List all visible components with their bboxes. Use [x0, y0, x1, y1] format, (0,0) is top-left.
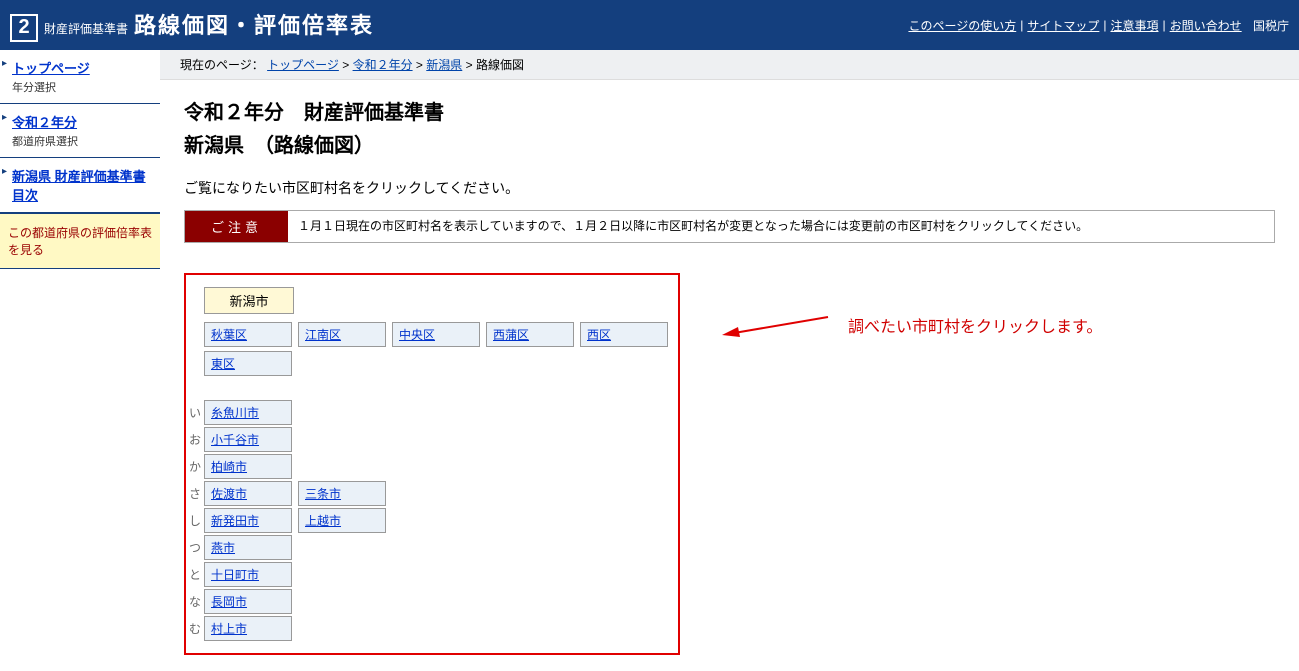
sidebar-link[interactable]: 令和２年分 — [12, 115, 77, 130]
ward-link[interactable]: 秋葉区 — [211, 328, 247, 342]
header-subtitle: 財産評価基準書 — [44, 20, 128, 37]
kana-row: つ燕市 — [186, 535, 668, 560]
city-cell[interactable]: 新発田市 — [204, 508, 292, 533]
link-notes[interactable]: 注意事項 — [1110, 17, 1158, 34]
sidebar-link[interactable]: トップページ — [12, 61, 90, 76]
instruction-text: ご覧になりたい市区町村名をクリックしてください。 — [184, 178, 1275, 198]
city-cell[interactable]: 三条市 — [298, 481, 386, 506]
logo-number: 2 — [10, 14, 38, 42]
breadcrumb: 現在のページ： トップページ > 令和２年分 > 新潟県 > 路線価図 — [160, 50, 1299, 80]
city-link[interactable]: 佐渡市 — [211, 487, 247, 501]
kana-label: さ — [186, 485, 204, 502]
link-sitemap[interactable]: サイトマップ — [1027, 17, 1099, 34]
city-cell[interactable]: 長岡市 — [204, 589, 292, 614]
callout-text: 調べたい市町村をクリックします。 — [848, 313, 1102, 337]
kana-row: か柏崎市 — [186, 454, 668, 479]
kana-label: む — [186, 620, 204, 637]
breadcrumb-link[interactable]: トップページ — [267, 58, 339, 72]
city-header: 新潟市 — [204, 287, 294, 314]
kana-row: な長岡市 — [186, 589, 668, 614]
ward-link[interactable]: 東区 — [211, 357, 235, 371]
link-contact[interactable]: お問い合わせ — [1170, 17, 1242, 34]
header-title: 路線価図・評価倍率表 — [134, 8, 374, 40]
notice-box: ご注意 １月１日現在の市区町村名を表示していますので、１月２日以降に市区町村名が… — [184, 210, 1275, 243]
sidebar-sublabel: 年分選択 — [12, 79, 152, 95]
kana-row: し新発田市 上越市 — [186, 508, 668, 533]
page-title-1: 令和２年分 財産評価基準書 — [184, 96, 1275, 125]
kana-label: い — [186, 404, 204, 421]
city-link[interactable]: 新発田市 — [211, 514, 259, 528]
kana-row: お小千谷市 — [186, 427, 668, 452]
kana-label: と — [186, 566, 204, 583]
city-cell[interactable]: 上越市 — [298, 508, 386, 533]
sidebar-item-year[interactable]: 令和２年分 都道府県選択 — [0, 104, 160, 158]
arrow-icon — [720, 313, 830, 337]
page-title-2: 新潟県 （路線価図） — [184, 129, 1275, 158]
city-cell[interactable]: 燕市 — [204, 535, 292, 560]
ward-cell[interactable]: 江南区 — [298, 322, 386, 347]
ward-cell[interactable]: 西区 — [580, 322, 668, 347]
kana-label: お — [186, 431, 204, 448]
city-cell[interactable]: 小千谷市 — [204, 427, 292, 452]
ward-link[interactable]: 西区 — [587, 328, 611, 342]
kana-label: し — [186, 512, 204, 529]
header-links: このページの使い方 | サイトマップ | 注意事項 | お問い合わせ 国税庁 — [908, 17, 1289, 34]
city-link[interactable]: 長岡市 — [211, 595, 247, 609]
sidebar-highlight-link[interactable]: この都道府県の評価倍率表を見る — [8, 226, 152, 257]
kana-row: さ佐渡市 三条市 — [186, 481, 668, 506]
sidebar-item-pref[interactable]: 新潟県 財産評価基準書目次 — [0, 158, 160, 213]
city-cell[interactable]: 村上市 — [204, 616, 292, 641]
kana-label: か — [186, 458, 204, 475]
city-cell[interactable]: 佐渡市 — [204, 481, 292, 506]
kana-row: と十日町市 — [186, 562, 668, 587]
notice-text: １月１日現在の市区町村名を表示していますので、１月２日以降に市区町村名が変更とな… — [288, 211, 1098, 242]
city-link[interactable]: 三条市 — [305, 487, 341, 501]
kana-label: つ — [186, 539, 204, 556]
kana-row: む村上市 — [186, 616, 668, 641]
city-link[interactable]: 燕市 — [211, 541, 235, 555]
breadcrumb-link[interactable]: 令和２年分 — [353, 58, 413, 72]
sidebar: トップページ 年分選択 令和２年分 都道府県選択 新潟県 財産評価基準書目次 こ… — [0, 50, 160, 671]
city-link[interactable]: 村上市 — [211, 622, 247, 636]
city-cell[interactable]: 柏崎市 — [204, 454, 292, 479]
ward-cell[interactable]: 中央区 — [392, 322, 480, 347]
breadcrumb-current: 路線価図 — [476, 58, 524, 72]
city-link[interactable]: 十日町市 — [211, 568, 259, 582]
sidebar-link[interactable]: 新潟県 財産評価基準書目次 — [12, 169, 146, 203]
kana-label: な — [186, 593, 204, 610]
city-link[interactable]: 柏崎市 — [211, 460, 247, 474]
ward-cell[interactable]: 西蒲区 — [486, 322, 574, 347]
notice-label: ご注意 — [185, 211, 288, 242]
city-cell[interactable]: 十日町市 — [204, 562, 292, 587]
kana-row: い糸魚川市 — [186, 400, 668, 425]
sidebar-item-top[interactable]: トップページ 年分選択 — [0, 50, 160, 104]
municipality-box: 新潟市 秋葉区江南区中央区西蒲区西区 東区 い糸魚川市お小千谷市か柏崎市さ佐渡市… — [184, 273, 680, 655]
callout: 調べたい市町村をクリックします。 — [720, 313, 1102, 337]
city-link[interactable]: 小千谷市 — [211, 433, 259, 447]
breadcrumb-prefix: 現在のページ： — [180, 58, 264, 72]
city-link[interactable]: 上越市 — [305, 514, 341, 528]
ward-link[interactable]: 西蒲区 — [493, 328, 529, 342]
ward-link[interactable]: 江南区 — [305, 328, 341, 342]
ward-link[interactable]: 中央区 — [399, 328, 435, 342]
breadcrumb-link[interactable]: 新潟県 — [426, 58, 462, 72]
sidebar-highlight[interactable]: この都道府県の評価倍率表を見る — [0, 213, 160, 269]
city-link[interactable]: 糸魚川市 — [211, 406, 259, 420]
link-usage[interactable]: このページの使い方 — [908, 17, 1016, 34]
agency-name: 国税庁 — [1253, 17, 1289, 34]
ward-cell[interactable]: 秋葉区 — [204, 322, 292, 347]
site-header: 2 財産評価基準書 路線価図・評価倍率表 このページの使い方 | サイトマップ … — [0, 0, 1299, 50]
city-cell[interactable]: 糸魚川市 — [204, 400, 292, 425]
ward-cell[interactable]: 東区 — [204, 351, 292, 376]
sidebar-sublabel: 都道府県選択 — [12, 133, 152, 149]
